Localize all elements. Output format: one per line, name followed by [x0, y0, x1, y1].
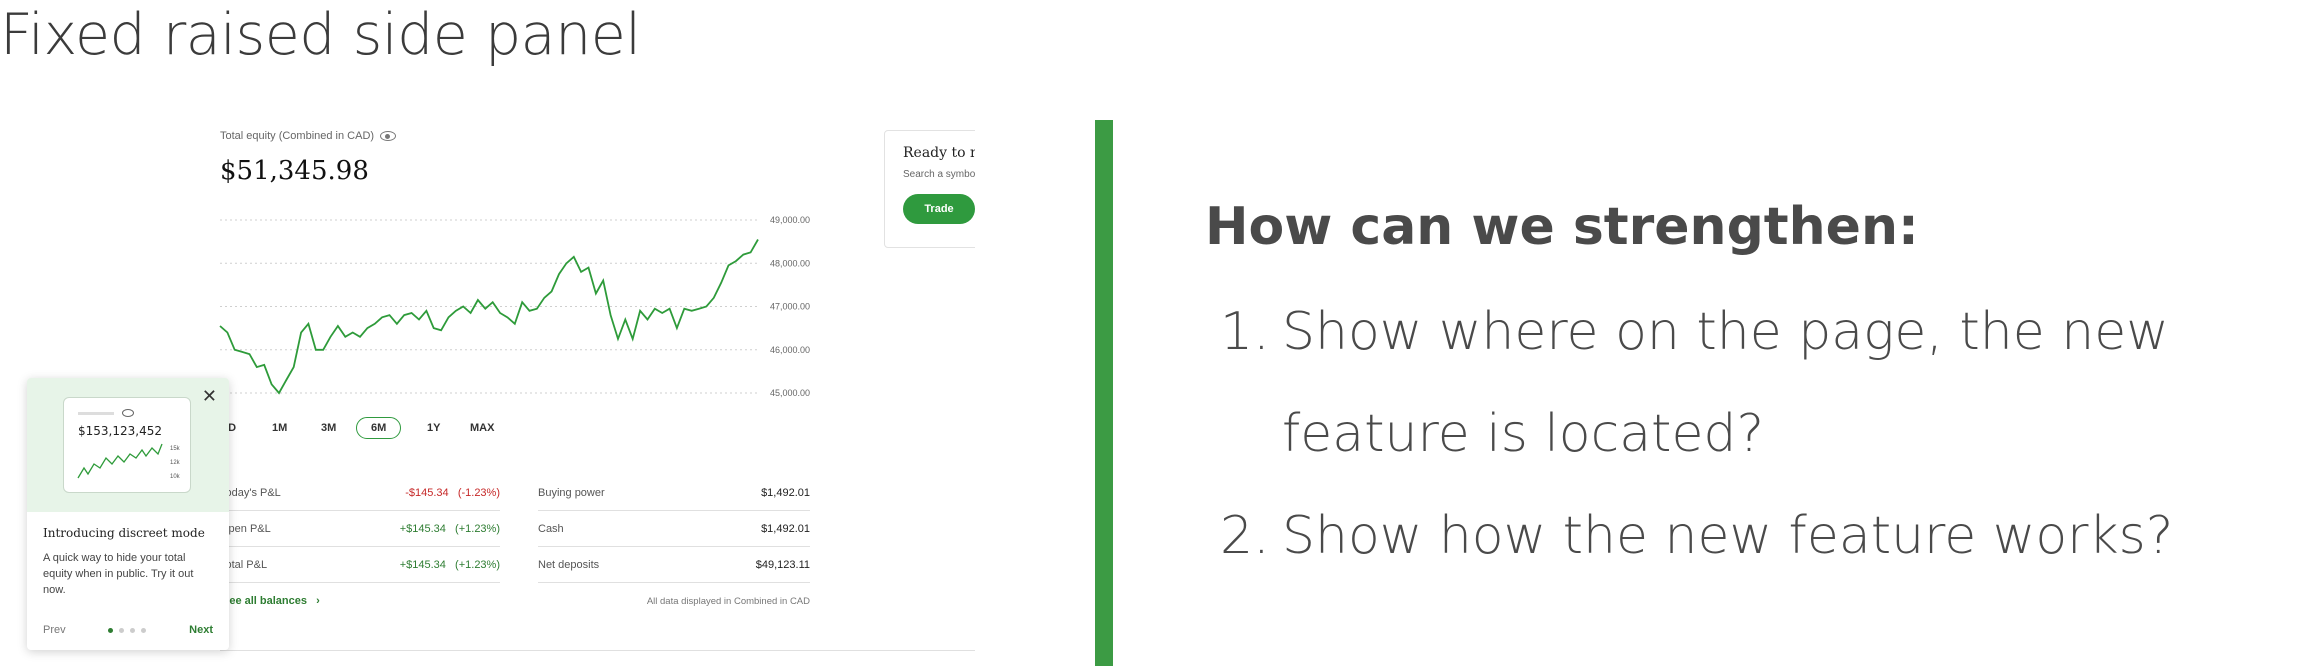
mini-tick: 12k [170, 460, 181, 466]
accent-divider [1095, 120, 1113, 666]
question-heading: How can we strengthen: [1205, 197, 1919, 257]
stat-value: -$145.34 (-1.23%) [405, 486, 500, 499]
ready-to-trade-card: Ready to m Search a symbo Trade [884, 130, 975, 248]
stat-row: Total P&L +$145.34 (+1.23%) [220, 547, 500, 583]
y-tick-label: 46,000.00 [770, 345, 810, 355]
stat-value: +$145.34 (+1.23%) [399, 522, 500, 535]
stat-label: Today's P&L [220, 486, 281, 499]
y-tick-label: 45,000.00 [770, 388, 810, 398]
mini-chart-card: $153,123,452 15k 12k 10k [63, 397, 191, 493]
equity-label: Total equity (Combined in CAD) [220, 130, 375, 142]
item-1-line-1: Show where on the page, the new [1282, 302, 2169, 362]
step-dot[interactable] [108, 627, 114, 633]
stat-value: +$145.34 (+1.23%) [399, 558, 500, 571]
stat-row: Open P&L +$145.34 (+1.23%) [220, 511, 500, 547]
ready-title: Ready to m [903, 145, 975, 161]
ready-subtitle: Search a symbo [903, 169, 975, 180]
step-dots [108, 627, 147, 633]
item-number-2: 2. [1220, 506, 1270, 566]
data-note: All data displayed in Combined in CAD [646, 596, 810, 607]
stat-row: Buying power $1,492.01 [538, 475, 810, 511]
item-2-line-1: Show how the new feature works? [1282, 506, 2174, 566]
range-6m[interactable]: 6M [356, 417, 402, 439]
range-max[interactable]: MAX [470, 422, 494, 434]
equity-label-row: Total equity (Combined in CAD) [220, 130, 397, 142]
stat-value: $1,492.01 [761, 522, 810, 535]
y-tick-label: 49,000.00 [770, 215, 810, 225]
step-dot[interactable] [141, 627, 147, 633]
equity-value: $51,345.98 [220, 156, 369, 186]
trade-button[interactable]: Trade [903, 194, 975, 224]
stat-value: $49,123.11 [755, 558, 810, 571]
popover-nav: Prev Next [43, 624, 213, 636]
stat-label: Net deposits [538, 558, 600, 571]
range-3m[interactable]: 3M [321, 422, 336, 434]
step-dot[interactable] [119, 627, 125, 633]
stat-label: Cash [538, 522, 564, 535]
chevron-right-icon: › [310, 595, 320, 607]
slide-title: Fixed raised side panel [0, 2, 641, 68]
app-screenshot: Total equity (Combined in CAD) $51,345.9… [0, 120, 975, 666]
stat-row: Cash $1,492.01 [538, 511, 810, 547]
mini-chart: 15k 12k 10k [77, 443, 181, 480]
popover-text: A quick way to hide your total equity wh… [43, 552, 194, 596]
item-number-1: 1. [1220, 302, 1270, 362]
mini-tick: 10k [170, 474, 181, 480]
y-tick-label: 48,000.00 [770, 258, 810, 268]
range-1y[interactable]: 1Y [427, 422, 440, 434]
y-tick-label: 47,000.00 [770, 302, 810, 312]
popover-illustration: ✕ $153,123,452 15k 12k 10k [27, 378, 229, 512]
discreet-mode-popover: ✕ $153,123,452 15k 12k 10k Introducing d… [27, 378, 229, 650]
mini-tick: 15k [170, 446, 181, 452]
step-dot[interactable] [130, 627, 136, 633]
stat-row: Net deposits $49,123.11 [538, 547, 810, 583]
popover-title: Introducing discreet mode [43, 526, 205, 540]
stat-label: Buying power [538, 486, 605, 499]
equity-series-line [219, 239, 759, 395]
eye-icon[interactable] [380, 131, 397, 141]
range-1m[interactable]: 1M [272, 422, 287, 434]
see-all-label: See all balances [222, 595, 307, 607]
next-button[interactable]: Next [189, 624, 213, 636]
stat-row: Today's P&L -$145.34 (-1.23%) [220, 475, 500, 511]
divider [220, 650, 975, 651]
popover-body: Introducing discreet mode A quick way to… [27, 512, 229, 612]
stat-value: $1,492.01 [761, 486, 810, 499]
prev-button[interactable]: Prev [43, 624, 66, 636]
see-all-balances-link[interactable]: See all balances › [222, 595, 320, 607]
close-icon[interactable]: ✕ [202, 386, 217, 407]
item-1-line-2: feature is located? [1282, 404, 1765, 464]
